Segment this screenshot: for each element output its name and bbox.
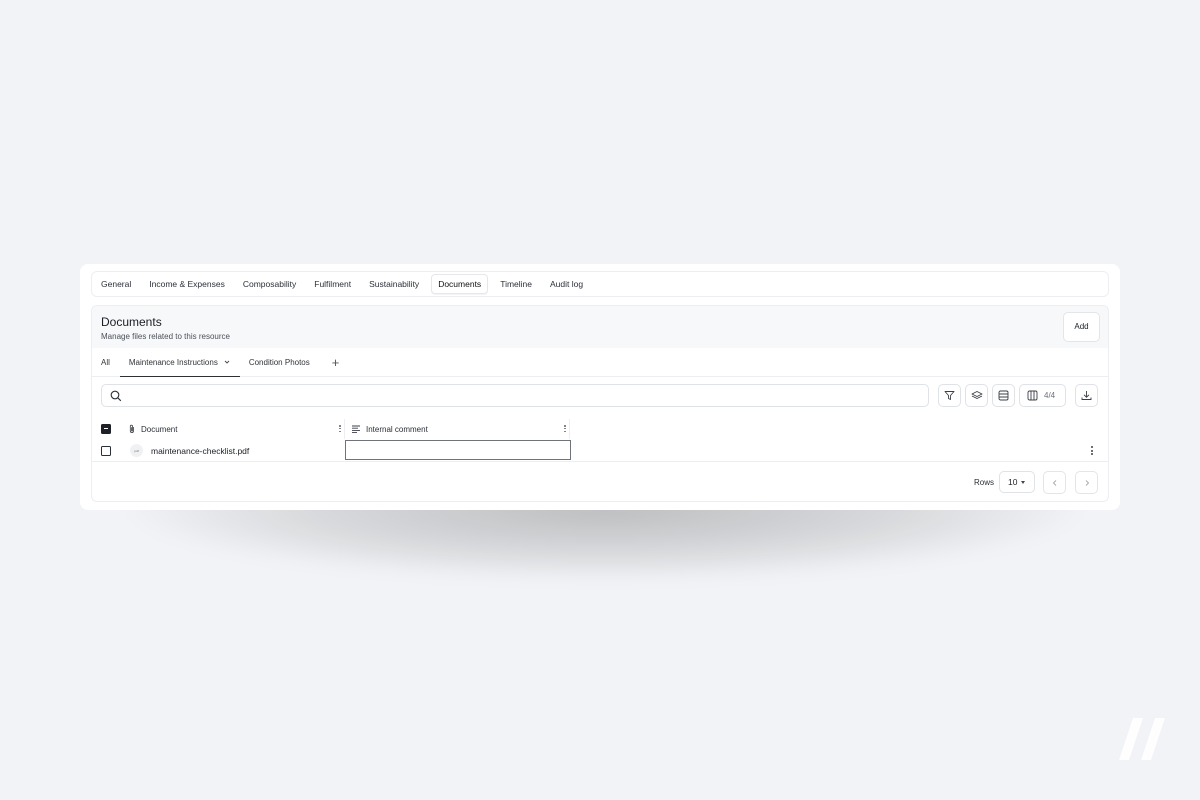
select-all-cell bbox=[92, 424, 121, 434]
tab-general[interactable]: General bbox=[95, 274, 137, 294]
tab-documents[interactable]: Documents bbox=[431, 274, 489, 294]
row-select-cell bbox=[92, 445, 121, 456]
add-button[interactable]: Add bbox=[1063, 312, 1100, 342]
panel-subtitle: Manage files related to this resource bbox=[101, 332, 230, 341]
chevron-right-icon bbox=[1085, 479, 1089, 486]
row-checkbox[interactable] bbox=[101, 445, 111, 456]
column-header-document[interactable]: Document bbox=[121, 419, 345, 439]
search-field[interactable] bbox=[101, 384, 929, 407]
row-density-button[interactable] bbox=[992, 384, 1015, 407]
resource-card: General Income & Expenses Composability … bbox=[80, 264, 1120, 510]
table-header: Document Internal comment bbox=[92, 419, 572, 439]
next-page-button[interactable] bbox=[1075, 471, 1098, 494]
document-name[interactable]: maintenance-checklist.pdf bbox=[151, 446, 249, 456]
paperclip-icon bbox=[129, 424, 134, 433]
rows-per-page-select[interactable]: 10 bbox=[999, 471, 1035, 493]
top-tab-bar: General Income & Expenses Composability … bbox=[91, 271, 1109, 297]
tab-income-expenses[interactable]: Income & Expenses bbox=[143, 274, 231, 294]
filter-icon bbox=[944, 391, 955, 400]
column-label-document: Document bbox=[141, 424, 178, 434]
download-button[interactable] bbox=[1075, 384, 1098, 407]
search-icon bbox=[110, 390, 122, 402]
layers-icon bbox=[971, 391, 982, 399]
tab-timeline[interactable]: Timeline bbox=[494, 274, 538, 294]
select-all-checkbox[interactable] bbox=[101, 424, 111, 434]
chevron-down-icon[interactable] bbox=[223, 358, 231, 366]
caret-down-icon bbox=[1021, 480, 1026, 484]
text-lines-icon bbox=[352, 425, 360, 434]
search-input[interactable] bbox=[126, 387, 916, 404]
kebab-icon[interactable] bbox=[339, 425, 341, 433]
brand-logo bbox=[1119, 718, 1165, 760]
subtab-condition-photos[interactable]: Condition Photos bbox=[249, 348, 310, 376]
add-subtab-button[interactable]: + bbox=[332, 348, 340, 376]
rows-icon bbox=[998, 390, 1009, 401]
rows-per-page-value: 10 bbox=[1008, 477, 1018, 487]
kebab-icon[interactable] bbox=[1091, 446, 1093, 457]
panel-title: Documents bbox=[101, 315, 162, 329]
document-category-tabs: All Maintenance Instructions Condition P… bbox=[92, 348, 1108, 377]
columns-icon bbox=[1027, 390, 1038, 401]
documents-panel: Documents Manage files related to this r… bbox=[91, 305, 1109, 502]
rows-label: Rows bbox=[974, 478, 995, 487]
tab-composability[interactable]: Composability bbox=[237, 274, 302, 294]
download-icon bbox=[1081, 391, 1092, 400]
internal-comment-input[interactable] bbox=[345, 440, 571, 460]
pdf-file-icon: pdf bbox=[130, 444, 143, 457]
subtab-maintenance-instructions[interactable]: Maintenance Instructions bbox=[119, 348, 240, 377]
columns-count: 4/4 bbox=[1044, 391, 1056, 400]
panel-header: Documents Manage files related to this r… bbox=[92, 306, 1108, 348]
chevron-left-icon bbox=[1052, 479, 1056, 486]
document-cell[interactable]: pdf maintenance-checklist.pdf bbox=[121, 444, 345, 457]
columns-button[interactable]: 4/4 bbox=[1019, 384, 1066, 407]
tab-audit-log[interactable]: Audit log bbox=[544, 274, 589, 294]
group-button[interactable] bbox=[965, 384, 988, 407]
kebab-icon[interactable] bbox=[564, 425, 566, 433]
tab-sustainability[interactable]: Sustainability bbox=[363, 274, 425, 294]
previous-page-button[interactable] bbox=[1043, 471, 1066, 494]
column-header-internal-comment[interactable]: Internal comment bbox=[345, 419, 570, 439]
filter-button[interactable] bbox=[938, 384, 961, 407]
subtab-maintenance-label: Maintenance Instructions bbox=[128, 357, 218, 367]
table-row[interactable]: pdf maintenance-checklist.pdf bbox=[92, 440, 1108, 462]
column-label-internal-comment: Internal comment bbox=[366, 424, 428, 434]
tab-fulfilment[interactable]: Fulfilment bbox=[308, 274, 357, 294]
subtab-all[interactable]: All bbox=[101, 348, 110, 376]
